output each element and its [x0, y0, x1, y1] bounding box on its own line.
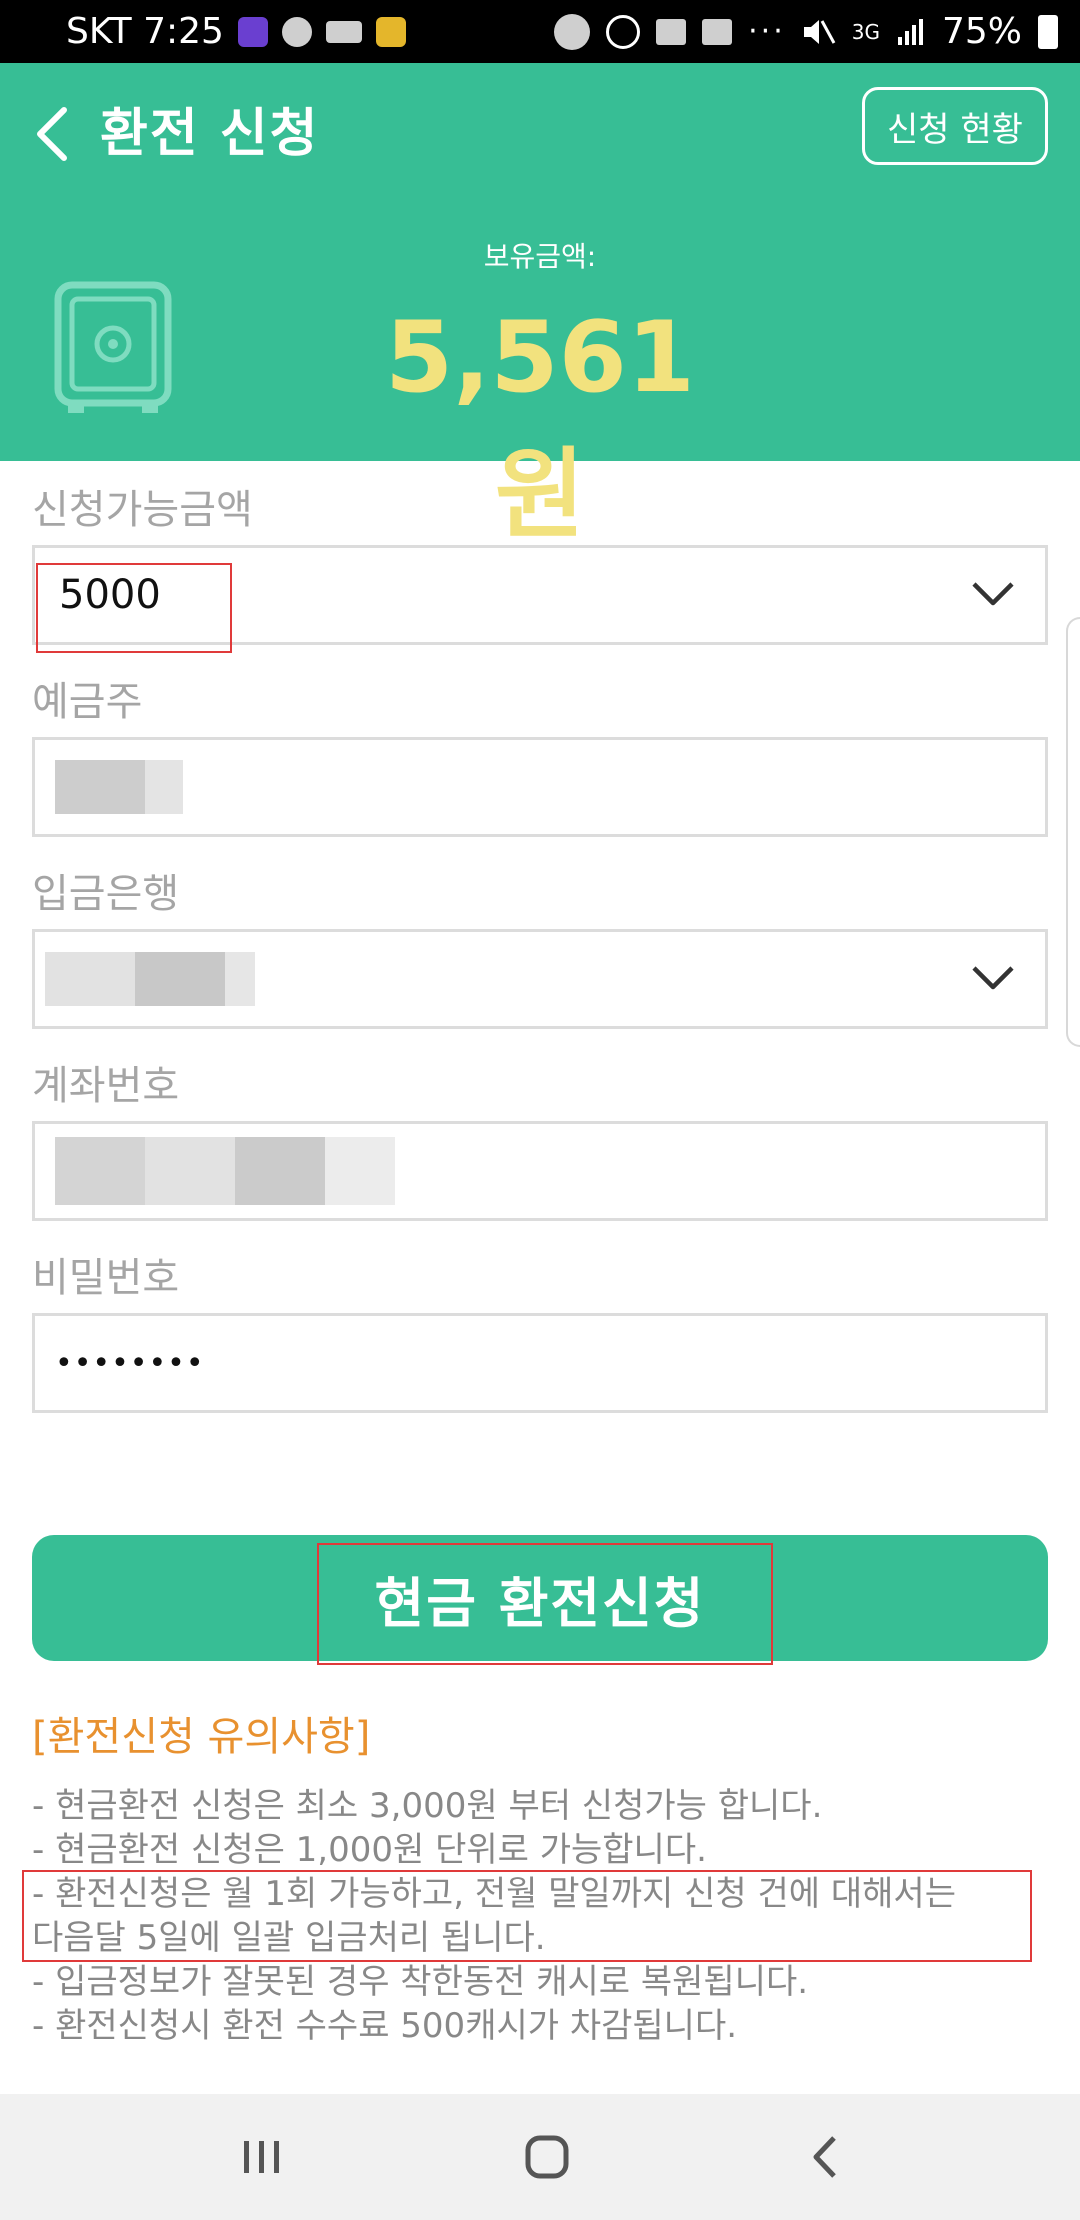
page-title: 환전 신청 [100, 104, 320, 164]
notice-line: - 현금환전 신청은 1,000원 단위로 가능합니다. [32, 1830, 707, 1870]
network-type: 3G [851, 19, 880, 44]
account-label: 계좌번호 [32, 1063, 180, 1109]
balance-label-text: 보유금액: [483, 240, 597, 273]
cash-notification-icon [325, 20, 362, 43]
back-arrow-icon [37, 107, 67, 161]
app-notification-icon [237, 16, 268, 47]
money-message-icon [702, 18, 733, 45]
scrollbar[interactable] [1066, 617, 1080, 1047]
bank-label: 입금은행 [32, 871, 180, 917]
cash-exchange-button[interactable]: 현금 환전신청 [32, 1535, 1048, 1661]
balance-label: 보유금액: [0, 235, 1080, 275]
mute-icon [803, 19, 836, 44]
holder-label: 예금주 [32, 679, 143, 725]
back-nav-icon[interactable] [810, 2134, 840, 2180]
notice-line: - 입금정보가 잘못된 경우 착한동전 캐시로 복원됩니다. [32, 1962, 809, 2002]
amount-label: 신청가능금액 [32, 487, 253, 533]
notice-line: - 현금환전 신청은 최소 3,000원 부터 신청가능 합니다. [32, 1786, 823, 1826]
bank-select[interactable] [32, 929, 1048, 1029]
home-icon[interactable] [524, 2134, 570, 2180]
system-navigation-bar [0, 2094, 1080, 2220]
notice-line: 다음달 5일에 일괄 입금처리 됩니다. [32, 1918, 546, 1958]
password-label: 비밀번호 [32, 1255, 180, 1301]
lock-notification-icon [554, 13, 591, 50]
chevron-down-icon [972, 966, 1014, 990]
settings-notification-icon [281, 16, 312, 47]
holder-field[interactable] [32, 737, 1048, 837]
header: 환전 신청 신청 현황 보유금액: 5,561원 [0, 63, 1080, 552]
notice-title: [환전신청 유의사항] [32, 1714, 371, 1760]
notice-line: - 환전신청시 환전 수수료 500캐시가 차감됩니다. [32, 2006, 738, 2046]
battery-percent: 75% [941, 11, 1022, 52]
recent-apps-icon[interactable] [240, 2137, 284, 2177]
chevron-down-icon [972, 582, 1014, 606]
bee-notification-icon [375, 16, 406, 47]
redacted-bank-name [45, 952, 255, 1006]
back-button[interactable] [26, 99, 76, 169]
password-value: •••••••• [55, 1345, 205, 1381]
redacted-account-number [55, 1137, 395, 1205]
account-field[interactable] [32, 1121, 1048, 1221]
amount-select[interactable]: 5000 [32, 545, 1048, 645]
more-notifications-icon: ··· [748, 14, 786, 49]
status-bar: SKT 7:25 ··· 3G 75% [0, 0, 1080, 63]
password-field[interactable]: •••••••• [32, 1313, 1048, 1413]
exchange-form: 신청가능금액 5000 예금주 입금은행 계좌번호 비밀번호 •••••••• [32, 461, 1048, 1413]
amount-value: 5000 [59, 572, 161, 618]
request-status-button[interactable]: 신청 현황 [862, 87, 1048, 165]
safe-icon [54, 281, 172, 413]
redacted-holder-name [55, 760, 183, 814]
signal-icon [897, 18, 923, 45]
notice-list: - 현금환전 신청은 최소 3,000원 부터 신청가능 합니다. - 현금환전… [32, 1784, 1048, 2048]
cash-exchange-button-label: 현금 환전신청 [374, 1571, 706, 1635]
play-notification-icon [606, 14, 641, 49]
image-notification-icon [656, 18, 687, 45]
notice-line: - 환전신청은 월 1회 가능하고, 전월 말일까지 신청 건에 대해서는 [32, 1874, 956, 1914]
battery-icon [1038, 14, 1058, 49]
carrier-time: SKT 7:25 [66, 11, 224, 52]
